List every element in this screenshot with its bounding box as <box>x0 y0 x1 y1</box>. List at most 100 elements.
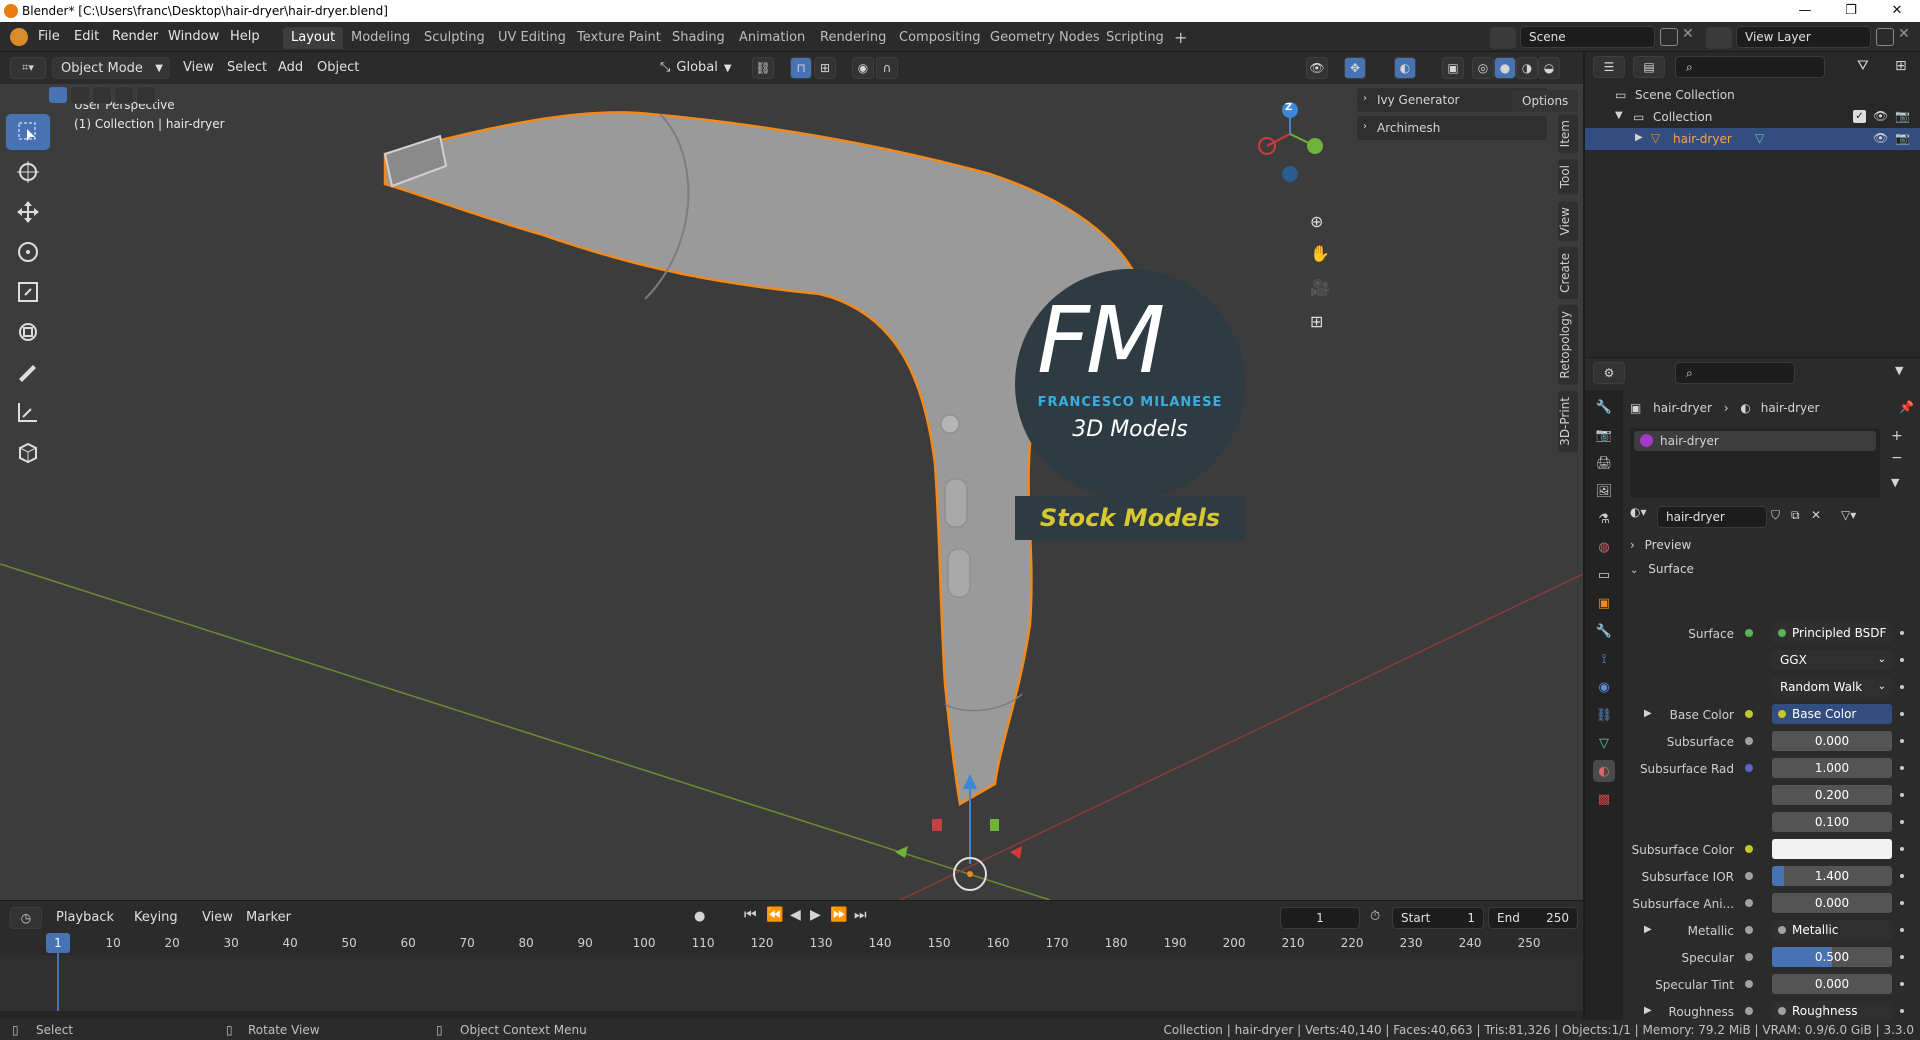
tab-retopology[interactable]: Retopology <box>1558 305 1578 385</box>
duplicate-material-icon[interactable]: ⧉ <box>1791 508 1800 523</box>
eye-icon[interactable]: 👁 <box>1873 131 1888 145</box>
outliner-row-collection[interactable]: ▼ ▭ Collection ✓ 👁 📷 <box>1585 106 1920 128</box>
delete-scene-icon[interactable]: ✕ <box>1682 26 1694 42</box>
timeline-menu-playback[interactable]: Playback <box>56 907 114 929</box>
keyframe-dot-icon[interactable] <box>1900 712 1904 716</box>
linked-input-field[interactable]: Roughness <box>1772 1001 1892 1021</box>
transform-orientation-select[interactable]: ⤡ Global ▼ <box>660 57 732 79</box>
move-tool[interactable] <box>6 194 50 230</box>
scene-name-field[interactable]: Scene <box>1520 26 1655 48</box>
delete-view-layer-icon[interactable]: ✕ <box>1898 26 1910 42</box>
browse-material-icon[interactable]: ◐▾ <box>1630 505 1647 527</box>
material-slots-list[interactable]: hair-dryer <box>1630 428 1880 498</box>
properties-editor-type-icon[interactable]: ⚙ <box>1593 362 1625 384</box>
keyframe-dot-icon[interactable] <box>1900 820 1904 824</box>
camera-render-icon[interactable]: 📷 <box>1895 131 1910 145</box>
socket-dot-icon[interactable] <box>1745 845 1753 853</box>
keyframe-dot-icon[interactable] <box>1900 685 1904 689</box>
navigation-gizmo[interactable]: Z <box>1255 94 1325 184</box>
keyframe-dot-icon[interactable] <box>1900 766 1904 770</box>
ortho-grid-icon[interactable]: ⊞ <box>1310 312 1323 331</box>
menu-render[interactable]: Render <box>112 29 158 44</box>
keyframe-dot-icon[interactable] <box>1900 1009 1904 1013</box>
data-tab-icon[interactable]: ▽ <box>1593 732 1615 754</box>
material-name-field[interactable]: hair-dryer <box>1657 506 1767 528</box>
object-tab-icon[interactable]: ▣ <box>1593 592 1615 614</box>
numeric-field[interactable]: 0.500 <box>1772 947 1892 967</box>
visibility-icon[interactable]: 👁 <box>1306 57 1328 79</box>
numeric-field[interactable]: 0.100 <box>1772 812 1892 832</box>
viewport-menu-object[interactable]: Object <box>317 57 359 79</box>
display-mode-icon[interactable]: ▤ <box>1633 56 1665 78</box>
tab-sculpting[interactable]: Sculpting <box>416 27 493 49</box>
new-view-layer-icon[interactable] <box>1876 28 1894 46</box>
material-slot-row[interactable]: hair-dryer <box>1634 431 1876 451</box>
close-button[interactable]: ✕ <box>1874 0 1920 22</box>
viewport-menu-view[interactable]: View <box>183 57 214 79</box>
camera-view-icon[interactable]: 🎥 <box>1310 278 1330 297</box>
playhead-frame[interactable]: 1 <box>46 933 70 953</box>
keyframe-dot-icon[interactable] <box>1900 658 1904 662</box>
constraints-tab-icon[interactable]: ⛓ <box>1593 704 1615 726</box>
new-scene-icon[interactable] <box>1660 28 1678 46</box>
tab-shading[interactable]: Shading <box>664 27 733 49</box>
viewport-menu-select[interactable]: Select <box>227 57 267 79</box>
zoom-icon[interactable]: ⊕ <box>1310 212 1323 231</box>
unlink-material-icon[interactable]: ✕ <box>1811 508 1821 522</box>
texture-tab-icon[interactable]: ▩ <box>1593 788 1615 810</box>
timeline-editor-type-icon[interactable]: ◷ <box>10 907 42 929</box>
socket-dot-icon[interactable] <box>1745 926 1753 934</box>
add-workspace-button[interactable]: + <box>1166 27 1195 49</box>
snap-target-icon[interactable]: ⊞ <box>814 57 836 79</box>
surface-panel-header[interactable]: ⌄ Surface <box>1630 562 1910 582</box>
timeline-menu-marker[interactable]: Marker <box>246 907 291 929</box>
numeric-field[interactable]: 0.000 <box>1772 731 1892 751</box>
snap-icon[interactable]: ⊓ <box>790 57 812 79</box>
tab-compositing[interactable]: Compositing <box>891 27 989 49</box>
falloff-icon[interactable]: ∩ <box>876 57 898 79</box>
tab-view[interactable]: View <box>1558 200 1578 242</box>
new-collection-icon[interactable]: ⊞ <box>1895 58 1907 74</box>
eye-icon[interactable]: 👁 <box>1873 109 1888 123</box>
view-layer-field[interactable]: View Layer <box>1736 26 1871 48</box>
expand-icon[interactable]: ▶ <box>1644 708 1652 719</box>
clock-icon[interactable]: ⏱ <box>1370 909 1380 924</box>
maximize-button[interactable]: ❐ <box>1828 0 1874 22</box>
socket-dot-icon[interactable] <box>1745 1007 1753 1015</box>
preview-panel-header[interactable]: › Preview <box>1630 538 1910 558</box>
tab-geometry-nodes[interactable]: Geometry Nodes <box>982 27 1108 49</box>
view-layer-tab-icon[interactable]: 🖼 <box>1593 480 1615 502</box>
gizmo-toggle-icon[interactable]: ✥ <box>1344 57 1366 79</box>
overlay-toggle-icon[interactable]: ◐ <box>1394 57 1416 79</box>
link-mode-icon[interactable]: ▽▾ <box>1841 508 1856 522</box>
select-subtract-icon[interactable] <box>92 86 112 104</box>
jump-keyframe-forward-icon[interactable]: ⏩ <box>830 907 847 923</box>
measure-tool[interactable] <box>6 394 50 430</box>
select-box-tool[interactable] <box>6 114 50 150</box>
tab-texture-paint[interactable]: Texture Paint <box>569 27 669 49</box>
keyframe-dot-icon[interactable] <box>1900 793 1904 797</box>
socket-dot-icon[interactable] <box>1745 737 1753 745</box>
collection-tab-icon[interactable]: ▭ <box>1593 564 1615 586</box>
tab-scripting[interactable]: Scripting <box>1098 27 1172 49</box>
timeline-track-area[interactable] <box>0 955 1583 1011</box>
tab-rendering[interactable]: Rendering <box>812 27 894 49</box>
material-shading-icon[interactable]: ◑ <box>1516 57 1538 79</box>
options-dropdown[interactable]: Options <box>1512 90 1579 112</box>
end-frame-field[interactable]: End 250 <box>1488 907 1578 929</box>
world-tab-icon[interactable]: ◍ <box>1593 536 1615 558</box>
output-tab-icon[interactable]: 🖨 <box>1593 452 1615 474</box>
view-layer-icon[interactable] <box>1706 27 1732 49</box>
numeric-field[interactable]: 0.200 <box>1772 785 1892 805</box>
expand-icon[interactable]: ▶ <box>1644 1005 1652 1016</box>
tab-tool[interactable]: Tool <box>1558 159 1578 195</box>
keyframe-dot-icon[interactable] <box>1900 739 1904 743</box>
editor-type-icon[interactable]: ⌗▾ <box>10 57 46 79</box>
pin-icon[interactable]: 📌 <box>1899 400 1914 414</box>
render-tab-icon[interactable]: 📷 <box>1593 424 1615 446</box>
keyframe-dot-icon[interactable] <box>1900 901 1904 905</box>
numeric-field[interactable]: 1.400 <box>1772 866 1892 886</box>
frame-ruler[interactable]: 10 20 30 40 50 60 70 80 90 100 110 120 130 140 150 160 1… <box>0 933 1583 955</box>
socket-dot-icon[interactable] <box>1745 710 1753 718</box>
tab-uv-editing[interactable]: UV Editing <box>490 27 574 49</box>
